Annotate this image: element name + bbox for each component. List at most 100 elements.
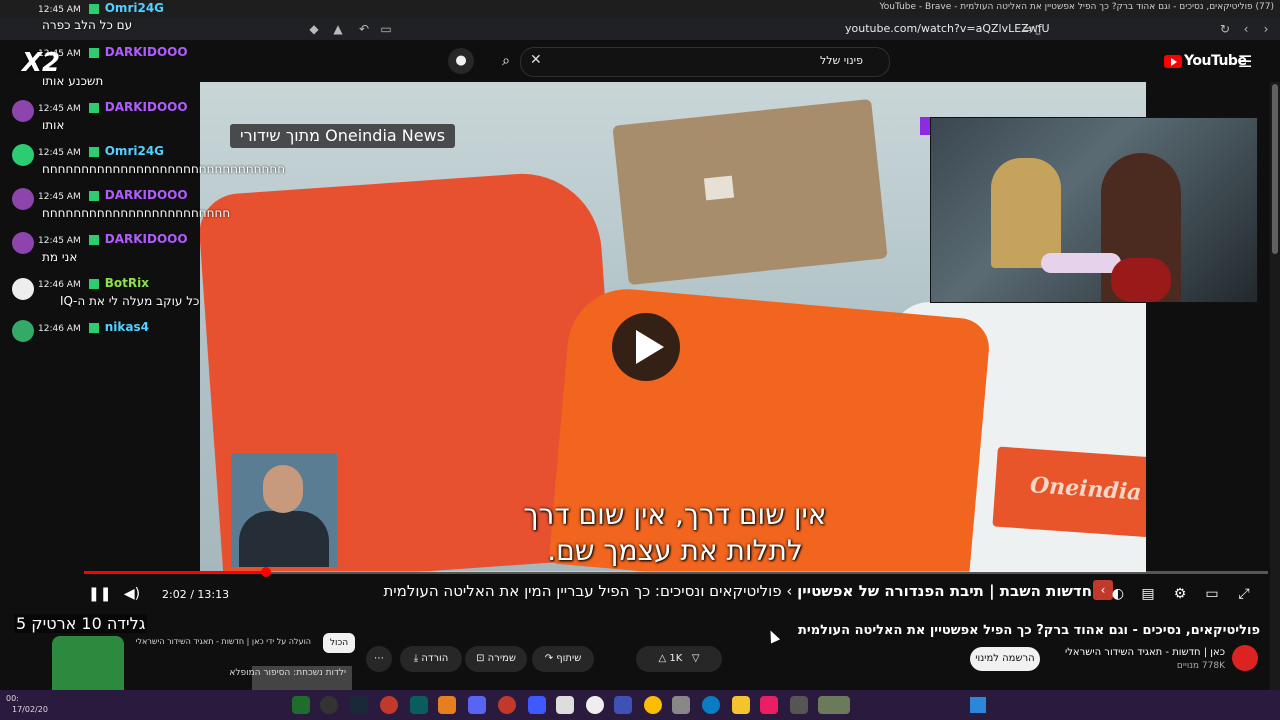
download-button[interactable]: הורדה ⤓	[400, 646, 462, 672]
fullscreen-icon[interactable]: ⤢	[1234, 586, 1254, 602]
chat-text: כל עוקב מעלה לי את ה-IQ	[60, 294, 200, 308]
chat-time: 12:45 AM	[38, 236, 81, 246]
chrome-icon[interactable]	[644, 696, 662, 714]
menu-icon[interactable]: ☰	[1238, 52, 1252, 71]
search-icon[interactable]: ⌕	[492, 50, 520, 72]
clear-search-icon[interactable]: ✕	[530, 52, 542, 68]
windows-start-icon[interactable]	[970, 697, 986, 713]
chat-message: 12:45 AM DARKIDOOO	[10, 100, 188, 114]
time-display: 2:02 / 13:13	[162, 588, 230, 601]
chat-message: 12:45 AM DARKIDOOO	[10, 45, 188, 59]
chat-time: 12:45 AM	[38, 192, 81, 202]
chat-text: חחחחחחחחחחחחחחחחחחחחחחחחחחחחחחח	[42, 162, 286, 176]
more-actions-icon[interactable]: ⋯	[366, 646, 392, 672]
taskbar-app-icon[interactable]	[556, 696, 574, 714]
taskbar-date: 17/02/20	[12, 705, 48, 714]
streamer-facecam	[930, 117, 1258, 303]
progress-scrubber[interactable]	[261, 567, 271, 577]
like-count: 1K	[669, 653, 683, 664]
chat-username: DARKIDOOO	[104, 100, 188, 114]
back-icon[interactable]: ‹	[1238, 21, 1254, 37]
edge-icon[interactable]	[702, 696, 720, 714]
chat-time: 12:45 AM	[38, 104, 81, 114]
settings-icon[interactable]: ⚙	[1170, 586, 1190, 602]
taskbar-app-icon[interactable]	[614, 696, 632, 714]
microphone	[1041, 253, 1121, 273]
taskbar-app-icon[interactable]	[410, 696, 428, 714]
share-label: שיתוף	[556, 653, 582, 664]
save-button[interactable]: שמירה ⊡	[465, 646, 527, 672]
taskbar-app-icon[interactable]	[790, 696, 808, 714]
chapter-main: חדשות השבת | תיבת הפנדורה של אפשטיין	[797, 582, 1092, 600]
subtitles-icon[interactable]: ▤	[1138, 586, 1158, 602]
filter-chip-all[interactable]: הכול	[323, 633, 355, 653]
chat-username: nikas4	[104, 320, 149, 334]
theater-mode-icon[interactable]: ▭	[1202, 586, 1222, 602]
chat-text: עם כל הלב כפרה	[42, 18, 133, 32]
chat-text: תשכנע אותו	[42, 74, 104, 88]
taskbar-app-icon[interactable]	[380, 696, 398, 714]
share-icon: ↷	[544, 653, 554, 664]
share-button[interactable]: שיתוף ↷	[532, 646, 594, 672]
taskbar-app-icon[interactable]	[320, 696, 338, 714]
chat-username: Omri24G	[104, 1, 165, 15]
taskbar-app-icon[interactable]	[498, 696, 516, 714]
play-icon[interactable]	[636, 330, 664, 364]
taskbar-app-icon[interactable]	[528, 696, 546, 714]
forward-icon[interactable]: ›	[1258, 21, 1274, 37]
recommended-title[interactable]: ילדות נשכחת: הסיפור המופלא	[126, 668, 346, 678]
chat-message: 12:45 AM Omri24G	[10, 1, 164, 15]
chat-text: חחחחחחחחחחחחחחחחחחחחחחחח	[42, 206, 231, 220]
stream-goal: גלידה 10 ארטיק 5	[14, 614, 148, 633]
kick-badge-icon	[88, 147, 99, 157]
chat-message: 12:46 AM BotRix	[10, 276, 149, 290]
microphone-icon[interactable]: ●	[448, 48, 474, 74]
uploader-note: הועלה על ידי כאן | חדשות - תאגיד השידור …	[135, 637, 311, 646]
window-title: (77) פוליטיקאים, נסיכים - וגם אהוד ברק? …	[879, 2, 1274, 12]
chat-time: 12:45 AM	[38, 49, 81, 59]
chat-time: 12:46 AM	[38, 324, 81, 334]
steam-icon[interactable]	[350, 696, 368, 714]
cardboard-box	[612, 98, 888, 286]
chat-message: 12:45 AM DARKIDOOO	[10, 188, 188, 202]
bookmark-icon[interactable]: ▯	[1030, 21, 1046, 37]
subscribe-button[interactable]: הרשמה למינוי	[970, 647, 1040, 671]
search-value: פינוי שלל	[820, 54, 863, 67]
save-icon: ⊡	[476, 653, 485, 664]
box-label	[703, 175, 735, 201]
like-dislike-group[interactable]: ▽ 1K △	[636, 646, 722, 672]
kick-badge-icon	[88, 48, 99, 58]
taskbar-time: 00:	[6, 694, 19, 703]
file-explorer-icon[interactable]	[732, 696, 750, 714]
pause-icon[interactable]: ❚❚	[88, 586, 111, 602]
taskbar-app-icon[interactable]	[586, 696, 604, 714]
chat-username: BotRix	[104, 276, 149, 290]
subscriber-count: 778K מנויים	[1176, 661, 1225, 671]
reload-icon[interactable]: ↻	[1217, 21, 1233, 37]
volume-icon[interactable]: ◀)	[122, 586, 142, 602]
kick-badge-icon	[88, 235, 99, 245]
scrollbar-thumb[interactable]	[1272, 84, 1278, 254]
taskbar-app-icon[interactable]	[438, 696, 456, 714]
chat-username: Omri24G	[104, 144, 165, 158]
like-icon[interactable]: △	[658, 653, 666, 664]
autoplay-toggle-icon[interactable]: ◐	[1108, 586, 1128, 602]
video-title: פוליטיקאים, נסיכים - וגם אהוד ברק? כך הפ…	[798, 623, 1260, 638]
kick-badge-icon	[88, 103, 99, 113]
dislike-icon[interactable]: ▽	[692, 653, 700, 664]
discord-icon[interactable]	[468, 696, 486, 714]
chat-time: 12:45 AM	[38, 148, 81, 158]
taskbar-app-icon[interactable]	[760, 696, 778, 714]
kick-badge-icon	[88, 323, 99, 333]
address-bar[interactable]: youtube.com/watch?v=aQZlvLEZwfU	[845, 22, 1050, 35]
channel-avatar[interactable]	[1232, 645, 1258, 671]
taskbar-app-icon[interactable]	[818, 696, 850, 714]
taskbar-app-icon[interactable]	[292, 696, 310, 714]
chapter-title[interactable]: חדשות השבת | תיבת הפנדורה של אפשטיין › פ…	[258, 579, 1092, 603]
channel-name[interactable]: כאן | חדשות - תאגיד השידור הישראלי	[1040, 647, 1225, 658]
taskbar-app-icon[interactable]	[672, 696, 690, 714]
jukebox	[991, 158, 1061, 268]
flowers	[1111, 258, 1171, 302]
chat-username: DARKIDOOO	[104, 188, 188, 202]
chat-message: 12:46 AM nikas4	[10, 320, 149, 334]
